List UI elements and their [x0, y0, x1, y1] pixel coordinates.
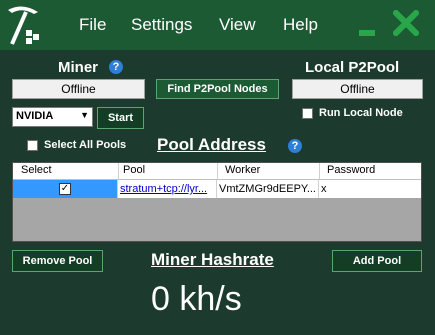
pickaxe-logo-icon: [8, 6, 39, 45]
add-pool-button[interactable]: Add Pool: [332, 250, 422, 272]
local-p2pool-heading: Local P2Pool: [305, 59, 400, 76]
miner-status: Offline: [12, 79, 145, 99]
run-local-node-label: Run Local Node: [319, 107, 403, 119]
pool-address-help-icon[interactable]: ?: [288, 139, 302, 153]
menu-file[interactable]: File: [79, 15, 106, 35]
select-all-pools-checkbox[interactable]: [27, 140, 38, 151]
worker-value: VmtZMGr9dEEPY...: [219, 183, 316, 195]
column-divider: [217, 163, 218, 179]
menu-view[interactable]: View: [219, 15, 256, 35]
chevron-down-icon: ▼: [80, 110, 89, 120]
device-select[interactable]: NVIDIA ▼: [12, 107, 93, 127]
pool-address-heading: Pool Address: [157, 135, 266, 154]
miner-help-icon[interactable]: ?: [109, 60, 123, 74]
miner-heading: Miner: [58, 59, 99, 76]
menu-settings[interactable]: Settings: [131, 15, 192, 35]
row-select-cell[interactable]: ✓: [13, 180, 118, 198]
select-all-pools-label: Select All Pools: [44, 139, 127, 151]
miner-hashrate-heading: Miner Hashrate: [151, 250, 274, 269]
column-divider: [118, 163, 119, 179]
remove-pool-button[interactable]: Remove Pool: [12, 250, 103, 272]
row-select-checkbox[interactable]: ✓: [59, 183, 71, 195]
pool-table-header: Select Pool Worker Password: [13, 163, 421, 180]
p2pool-status: Offline: [292, 79, 423, 99]
device-select-value: NVIDIA: [16, 110, 54, 122]
find-p2pool-nodes-button[interactable]: Find P2Pool Nodes: [156, 79, 279, 99]
table-row[interactable]: ✓ stratum+tcp://lyr... VmtZMGr9dEEPY... …: [13, 180, 421, 198]
run-local-node-checkbox[interactable]: [302, 108, 313, 119]
hashrate-value: 0 kh/s: [151, 280, 242, 318]
password-value: x: [321, 183, 327, 195]
close-icon[interactable]: [393, 10, 419, 36]
title-bar: File Settings View Help: [0, 0, 435, 50]
pool-link[interactable]: stratum+tcp://lyr...: [118, 183, 207, 195]
minimize-button[interactable]: [359, 30, 375, 36]
column-divider: [319, 163, 320, 179]
column-pool[interactable]: Pool: [123, 164, 145, 176]
row-worker-cell[interactable]: VmtZMGr9dEEPY...: [217, 180, 319, 198]
row-password-cell[interactable]: x: [319, 180, 420, 198]
column-select[interactable]: Select: [21, 164, 52, 176]
column-password[interactable]: Password: [327, 164, 375, 176]
column-worker[interactable]: Worker: [225, 164, 260, 176]
pool-table: Select Pool Worker Password ✓ stratum+tc…: [12, 162, 422, 242]
start-button[interactable]: Start: [97, 107, 144, 129]
menu-help[interactable]: Help: [283, 15, 318, 35]
row-pool-cell[interactable]: stratum+tcp://lyr...: [118, 180, 217, 198]
